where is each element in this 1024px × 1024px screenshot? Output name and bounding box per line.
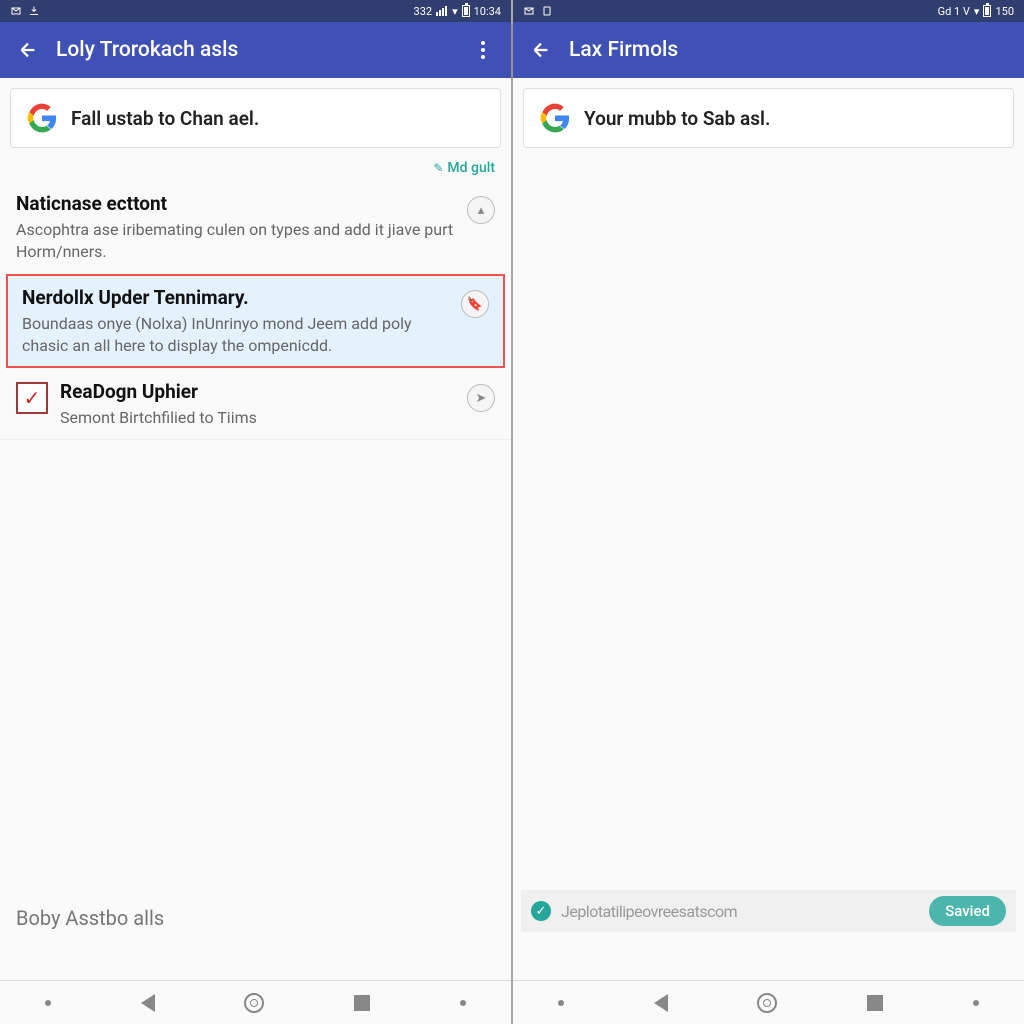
right-screen: Gd 1 V ▾ 150 Lax Firmols Your mubb to Sa…: [513, 0, 1024, 1024]
card-text: Fall ustab to Chan ael.: [71, 107, 259, 130]
card-text: Your mubb to Sab asl.: [584, 107, 770, 130]
google-logo-icon: [540, 103, 570, 133]
nav-home-button[interactable]: [244, 993, 264, 1013]
app-bar: Loly Trorokach asls: [0, 22, 511, 78]
content-area: Your mubb to Sab asl. ✓ Jeplotatilipeovr…: [513, 78, 1024, 980]
app-bar: Lax Firmols: [513, 22, 1024, 78]
nav-home-button[interactable]: [757, 993, 777, 1013]
overflow-menu-button[interactable]: [467, 34, 499, 66]
item-description: Ascophtra ase iribemating culen on types…: [16, 219, 455, 262]
status-bar: Gd 1 V ▾ 150: [513, 0, 1024, 22]
clipboard-icon: [541, 5, 553, 17]
nav-dot: [460, 1000, 466, 1006]
item-description: Semont Birtchfilied to Tiims: [60, 407, 455, 429]
battery-icon: [983, 5, 991, 17]
network-label: 332: [414, 5, 433, 18]
nav-dot: [558, 1000, 564, 1006]
meta-link[interactable]: Md gult: [0, 158, 511, 182]
item-description: Boundaas onye (Nolxa) InUnrinyo mond Jee…: [22, 313, 449, 356]
left-screen: 332 ▾ 10:34 Loly Trorokach asls Fall ust…: [0, 0, 513, 1024]
status-bar: 332 ▾ 10:34: [0, 0, 511, 22]
wifi-icon: ▾: [974, 5, 980, 18]
list-item[interactable]: ✓ ReaDogn Uphier Semont Birtchfilied to Ti…: [0, 370, 511, 440]
signal-icon: [436, 6, 448, 16]
appbar-title: Loly Trorokach asls: [56, 38, 467, 62]
nav-back-button[interactable]: [141, 994, 155, 1012]
check-icon: ✓: [531, 901, 551, 921]
item-title: Nerdollx Upder Tennimary.: [22, 286, 449, 309]
battery-icon: [462, 5, 470, 17]
item-title: ReaDogn Uphier: [60, 380, 455, 403]
item-title: Naticnase ecttont: [16, 192, 455, 215]
saved-chip[interactable]: Savied: [929, 896, 1006, 926]
list-item[interactable]: Naticnase ecttont Ascophtra ase iribemati…: [0, 182, 511, 272]
google-logo-icon: [27, 103, 57, 133]
clock: 150: [995, 5, 1014, 18]
nav-bar: [0, 980, 511, 1024]
back-button[interactable]: [525, 34, 557, 66]
network-label: Gd 1 V: [938, 5, 970, 18]
checkbox-icon[interactable]: ✓: [16, 382, 48, 414]
google-prompt-card[interactable]: Your mubb to Sab asl.: [523, 88, 1014, 148]
nav-recent-button[interactable]: [354, 995, 370, 1011]
item-badge-icon[interactable]: ▴: [467, 196, 495, 224]
wifi-icon: ▾: [452, 5, 458, 18]
nav-bar: [513, 980, 1024, 1024]
settings-list: Naticnase ecttont Ascophtra ase iribemati…: [0, 182, 511, 440]
item-badge-icon[interactable]: ➤: [467, 384, 495, 412]
toast-bar: ✓ Jeplotatilipeovreesatscom Savied: [521, 890, 1016, 932]
nav-dot: [45, 1000, 51, 1006]
notification-icon: [10, 5, 22, 17]
google-prompt-card[interactable]: Fall ustab to Chan ael.: [10, 88, 501, 148]
notification-icon: [523, 5, 535, 17]
item-badge-icon[interactable]: 🔖: [461, 290, 489, 318]
list-item[interactable]: Nerdollx Upder Tennimary. Boundaas onye (…: [6, 274, 505, 368]
nav-recent-button[interactable]: [867, 995, 883, 1011]
download-icon: [28, 5, 40, 17]
nav-dot: [973, 1000, 979, 1006]
back-button[interactable]: [12, 34, 44, 66]
clock: 10:34: [474, 5, 501, 18]
nav-back-button[interactable]: [654, 994, 668, 1012]
appbar-title: Lax Firmols: [569, 38, 1012, 62]
footer-label: Boby Asstbo alls: [16, 906, 164, 930]
content-area: Fall ustab to Chan ael. Md gult Naticnas…: [0, 78, 511, 980]
toast-text: Jeplotatilipeovreesatscom: [561, 902, 919, 921]
